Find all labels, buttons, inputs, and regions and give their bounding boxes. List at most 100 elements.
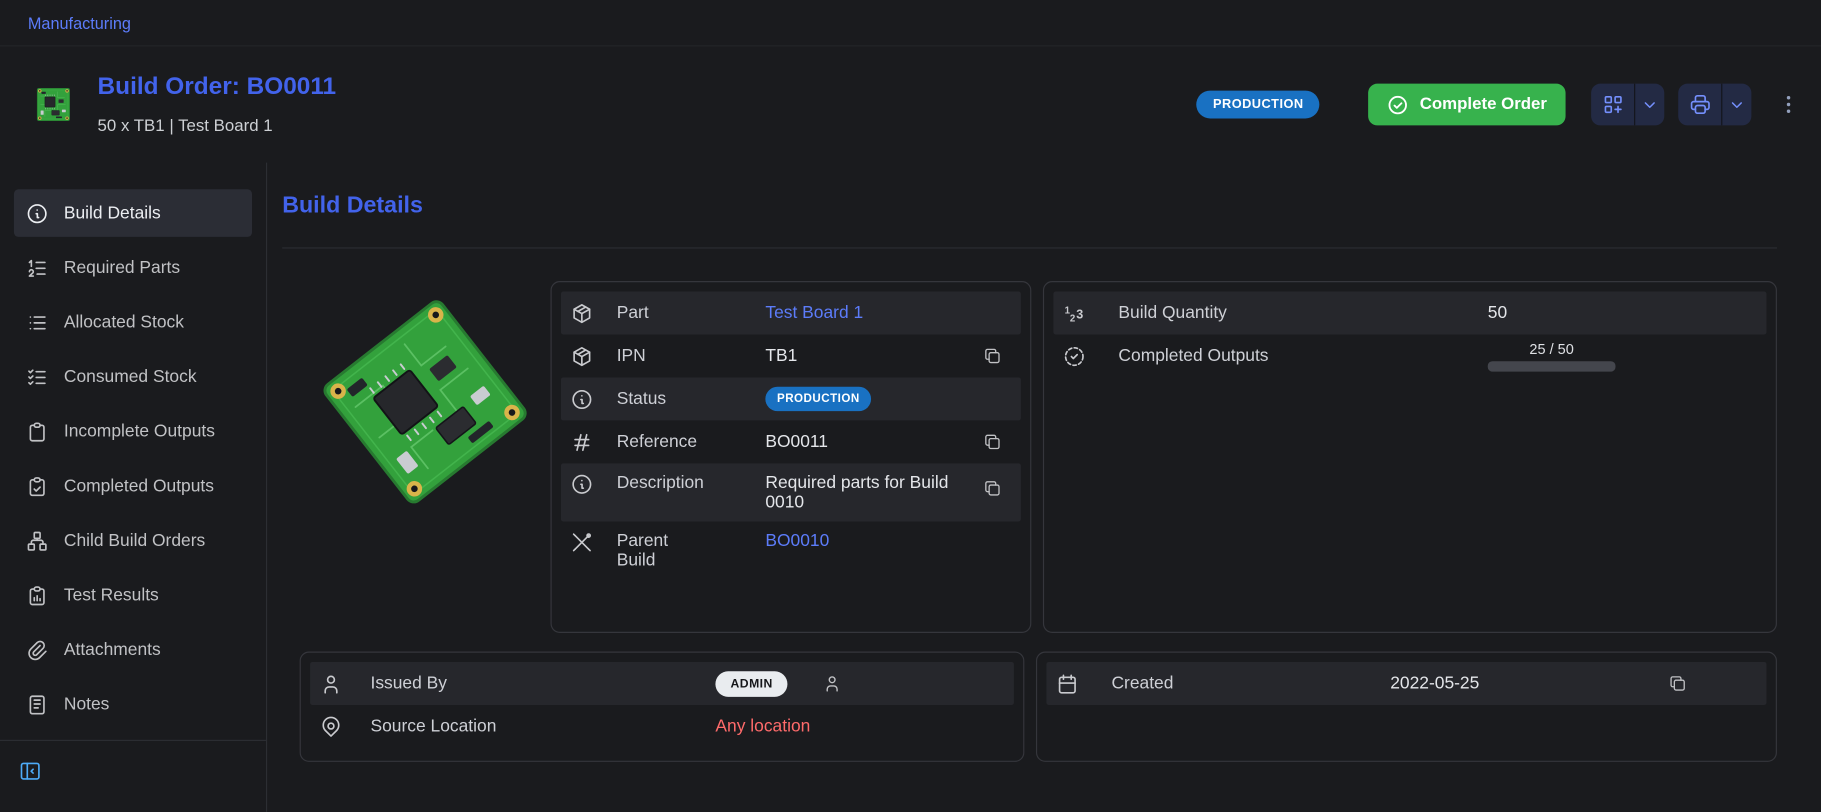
detail-label-source-location: Source Location — [370, 717, 715, 737]
package-icon — [570, 301, 593, 324]
page-header: Build Order: BO0011 50 x TB1 | Test Boar… — [0, 46, 1821, 162]
list-icon — [26, 311, 49, 334]
print-actions-button[interactable] — [1678, 84, 1722, 126]
user-icon — [319, 672, 342, 695]
print-actions-caret[interactable] — [1722, 84, 1751, 126]
copy-icon — [982, 478, 1002, 498]
header-actions: PRODUCTION Complete Order — [1197, 84, 1805, 126]
sidebar-item-consumed-stock[interactable]: Consumed Stock — [14, 353, 252, 401]
sidebar-item-label: Allocated Stock — [64, 312, 184, 332]
complete-order-button[interactable]: Complete Order — [1369, 84, 1566, 126]
info-circle-icon — [570, 473, 593, 496]
sidebar-item-completed-outputs[interactable]: Completed Outputs — [14, 462, 252, 510]
detail-value-reference: BO0011 — [765, 432, 979, 452]
detail-label-build-quantity: Build Quantity — [1118, 303, 1487, 323]
progress-text: 25 / 50 — [1529, 341, 1573, 357]
detail-value-build-quantity: 50 — [1488, 303, 1507, 323]
issued-by-badge: ADMIN — [715, 671, 787, 697]
sidebar-item-incomplete-outputs[interactable]: Incomplete Outputs — [14, 408, 252, 456]
more-actions-button[interactable] — [1772, 86, 1805, 123]
copy-button[interactable] — [979, 429, 1005, 455]
breadcrumb: Manufacturing — [0, 0, 1821, 46]
printer-icon — [1688, 93, 1711, 116]
sidebar-item-label: Notes — [64, 695, 110, 715]
progress-check-icon — [1063, 344, 1086, 367]
sidebar-item-notes[interactable]: Notes — [14, 681, 252, 729]
status-badge: PRODUCTION — [1197, 91, 1320, 119]
build-order-page: Manufacturing Build Order: BO0011 50 x T… — [0, 0, 1821, 812]
sidebar-item-child-build-orders[interactable]: Child Build Orders — [14, 517, 252, 565]
progress-bar — [1488, 361, 1616, 371]
part-thumbnail-image[interactable] — [28, 79, 79, 130]
sidebar-item-required-parts[interactable]: Required Parts — [14, 244, 252, 292]
detail-label-reference: Reference — [617, 432, 766, 452]
report-icon — [26, 584, 49, 607]
circle-check-icon — [1387, 93, 1409, 115]
print-actions-split-button — [1678, 84, 1751, 126]
sidebar-item-allocated-stock[interactable]: Allocated Stock — [14, 298, 252, 346]
sitemap-icon — [26, 529, 49, 552]
sidebar-item-label: Completed Outputs — [64, 476, 214, 496]
detail-row-ipn: IPN TB1 — [561, 334, 1021, 377]
detail-row-completed-outputs: Completed Outputs 25 / 50 — [1053, 334, 1766, 377]
source-location-value: Any location — [715, 717, 810, 737]
barcode-actions-caret[interactable] — [1635, 84, 1664, 126]
issued-card: Issued By ADMIN Source Location Any loca… — [300, 652, 1025, 762]
page-subtitle: 50 x TB1 | Test Board 1 — [98, 117, 337, 136]
calendar-icon — [1056, 672, 1079, 695]
detail-label-ipn: IPN — [617, 346, 766, 366]
part-link[interactable]: Test Board 1 — [765, 303, 1004, 323]
detail-label-description: Description — [617, 473, 766, 493]
parent-build-link[interactable]: BO0010 — [765, 531, 1004, 551]
detail-row-build-quantity: Build Quantity 50 — [1053, 292, 1766, 335]
barcode-actions-button[interactable] — [1591, 84, 1635, 126]
detail-row-status: Status PRODUCTION — [561, 377, 1021, 420]
build-quantity-card: Build Quantity 50 Completed Outputs 25 /… — [1043, 281, 1777, 633]
complete-order-label: Complete Order — [1420, 95, 1547, 114]
copy-button[interactable] — [979, 343, 1005, 369]
part-image-wrap — [300, 281, 551, 633]
tools-icon — [570, 531, 593, 554]
collapse-sidebar-button[interactable] — [14, 755, 47, 788]
sidebar-item-label: Required Parts — [64, 258, 180, 278]
detail-row-parent-build: Parent Build BO0010 — [561, 521, 1021, 579]
paperclip-icon — [26, 638, 49, 661]
chevron-down-icon — [1728, 96, 1745, 113]
copy-icon — [982, 346, 1002, 366]
details-top-row: Part Test Board 1 IPN TB1 Status PRODUCT… — [282, 281, 1777, 633]
hash-icon — [570, 430, 593, 453]
copy-button[interactable] — [979, 475, 1005, 501]
user-icon — [823, 674, 843, 694]
numbers-123-icon — [1063, 301, 1086, 324]
detail-value-ipn: TB1 — [765, 346, 979, 366]
clipboard-check-icon — [26, 474, 49, 497]
sidebar-item-test-results[interactable]: Test Results — [14, 571, 252, 619]
build-details-card: Part Test Board 1 IPN TB1 Status PRODUCT… — [551, 281, 1032, 633]
status-badge: PRODUCTION — [765, 387, 871, 411]
detail-label-status: Status — [617, 389, 766, 409]
copy-button[interactable] — [1664, 671, 1690, 697]
sidebar-item-label: Incomplete Outputs — [64, 422, 215, 442]
part-image[interactable] — [309, 286, 541, 518]
barcode-actions-split-button — [1591, 84, 1664, 126]
detail-label-part: Part — [617, 303, 766, 323]
main-panel: Build Details Part Test Board 1 IPN — [267, 163, 1821, 812]
created-card: Created 2022-05-25 — [1036, 652, 1777, 762]
breadcrumb-manufacturing-link[interactable]: Manufacturing — [28, 13, 131, 32]
copy-icon — [1667, 674, 1687, 694]
notes-icon — [26, 693, 49, 716]
sidebar-item-attachments[interactable]: Attachments — [14, 626, 252, 674]
detail-label-parent-build: Parent Build — [617, 531, 766, 570]
sidebar-item-build-details[interactable]: Build Details — [14, 189, 252, 237]
map-pin-icon — [319, 715, 342, 738]
info-circle-icon — [26, 202, 49, 225]
sidebar-divider — [0, 740, 266, 741]
list-check-icon — [26, 365, 49, 388]
panel-divider — [282, 247, 1777, 248]
detail-value-description: Required parts for Build 0010 — [765, 473, 968, 512]
copy-icon — [982, 432, 1002, 452]
detail-label-completed-outputs: Completed Outputs — [1118, 346, 1487, 366]
detail-label-issued-by: Issued By — [370, 674, 715, 694]
detail-row-issued-by: Issued By ADMIN — [310, 662, 1014, 705]
page-body: Build Details Required Parts Allocated S… — [0, 163, 1821, 812]
